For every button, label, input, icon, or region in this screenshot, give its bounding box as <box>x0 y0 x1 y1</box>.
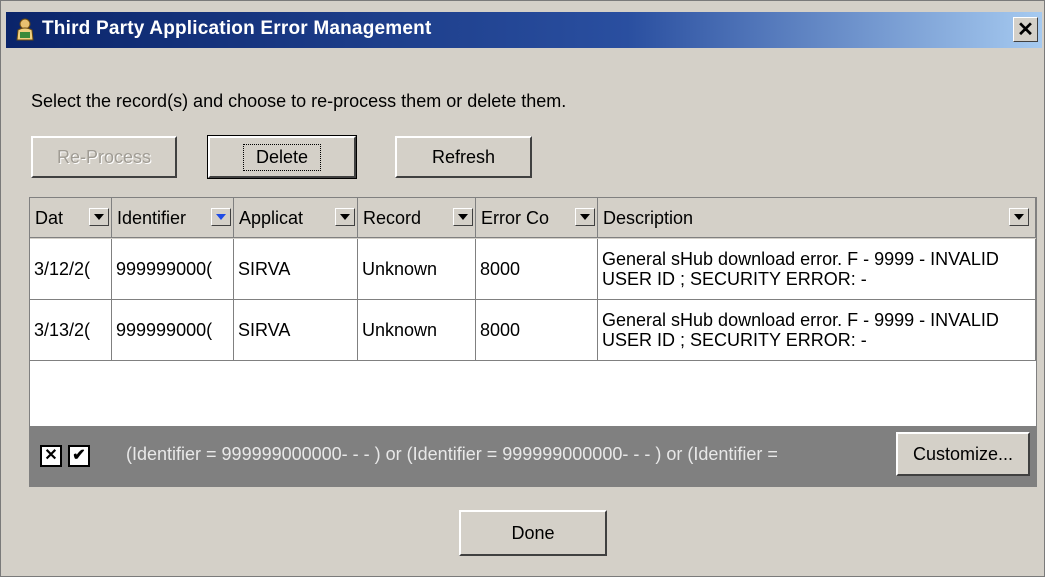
column-header-description[interactable]: Description <box>598 198 1036 238</box>
cell-date: 3/13/2( <box>30 300 112 361</box>
reprocess-button[interactable]: Re-Process <box>31 136 177 178</box>
filter-dropdown-icon[interactable] <box>1009 208 1029 226</box>
done-label: Done <box>511 522 555 543</box>
cell-error-code: 8000 <box>476 300 598 361</box>
column-header-record[interactable]: Record <box>358 198 476 238</box>
cell-application: SIRVA <box>234 239 358 300</box>
close-icon: ✕ <box>1017 18 1034 41</box>
filter-bar: ✕ ✔ (Identifier = 999999000000- - - ) or… <box>30 426 1036 486</box>
refresh-button[interactable]: Refresh <box>395 136 532 178</box>
cell-application: SIRVA <box>234 300 358 361</box>
filter-expression[interactable]: (Identifier = 999999000000- - - ) or (Id… <box>126 444 778 465</box>
filter-dropdown-icon[interactable] <box>89 208 109 226</box>
filter-dropdown-icon[interactable] <box>453 208 473 226</box>
instruction-text: Select the record(s) and choose to re-pr… <box>31 91 567 111</box>
close-button[interactable]: ✕ <box>1013 17 1038 42</box>
delete-button[interactable]: Delete <box>207 135 357 179</box>
window-title: Third Party Application Error Management <box>42 18 432 39</box>
cell-record: Unknown <box>358 239 476 300</box>
cell-identifier: 999999000( <box>112 239 234 300</box>
cell-error-code: 8000 <box>476 239 598 300</box>
cell-record: Unknown <box>358 300 476 361</box>
customize-label: Customize... <box>912 443 1014 464</box>
column-header-identifier[interactable]: Identifier <box>112 198 234 238</box>
error-records-grid: Dat Identifier Applicat Record Error Co … <box>29 197 1037 487</box>
cell-description: General sHub download error. F - 9999 - … <box>598 300 1036 361</box>
title-bar: Third Party Application Error Management… <box>6 12 1042 48</box>
error-management-dialog: Third Party Application Error Management… <box>0 0 1045 577</box>
grid-header: Dat Identifier Applicat Record Error Co … <box>30 198 1036 239</box>
checkmark-icon: ✔ <box>72 447 86 464</box>
done-button[interactable]: Done <box>459 510 607 556</box>
clear-filter-icon: ✕ <box>44 447 58 464</box>
filter-enabled-checkbox[interactable]: ✔ <box>68 445 90 467</box>
table-row[interactable]: 3/13/2( 999999000( SIRVA Unknown 8000 Ge… <box>30 300 1036 361</box>
cell-date: 3/12/2( <box>30 239 112 300</box>
cell-description: General sHub download error. F - 9999 - … <box>598 239 1036 300</box>
column-header-application[interactable]: Applicat <box>234 198 358 238</box>
column-header-date[interactable]: Dat <box>30 198 112 238</box>
refresh-label: Refresh <box>431 146 496 167</box>
column-header-error-code[interactable]: Error Co <box>476 198 598 238</box>
reprocess-label: Re-Process <box>56 146 152 167</box>
filter-dropdown-icon[interactable] <box>335 208 355 226</box>
app-icon <box>16 18 34 41</box>
filter-dropdown-icon[interactable] <box>575 208 595 226</box>
table-row[interactable]: 3/12/2( 999999000( SIRVA Unknown 8000 Ge… <box>30 239 1036 300</box>
customize-button[interactable]: Customize... <box>896 432 1030 476</box>
clear-filter-button[interactable]: ✕ <box>40 445 62 467</box>
filter-dropdown-active-icon[interactable] <box>211 208 231 226</box>
cell-identifier: 999999000( <box>112 300 234 361</box>
delete-label: Delete <box>242 143 322 171</box>
